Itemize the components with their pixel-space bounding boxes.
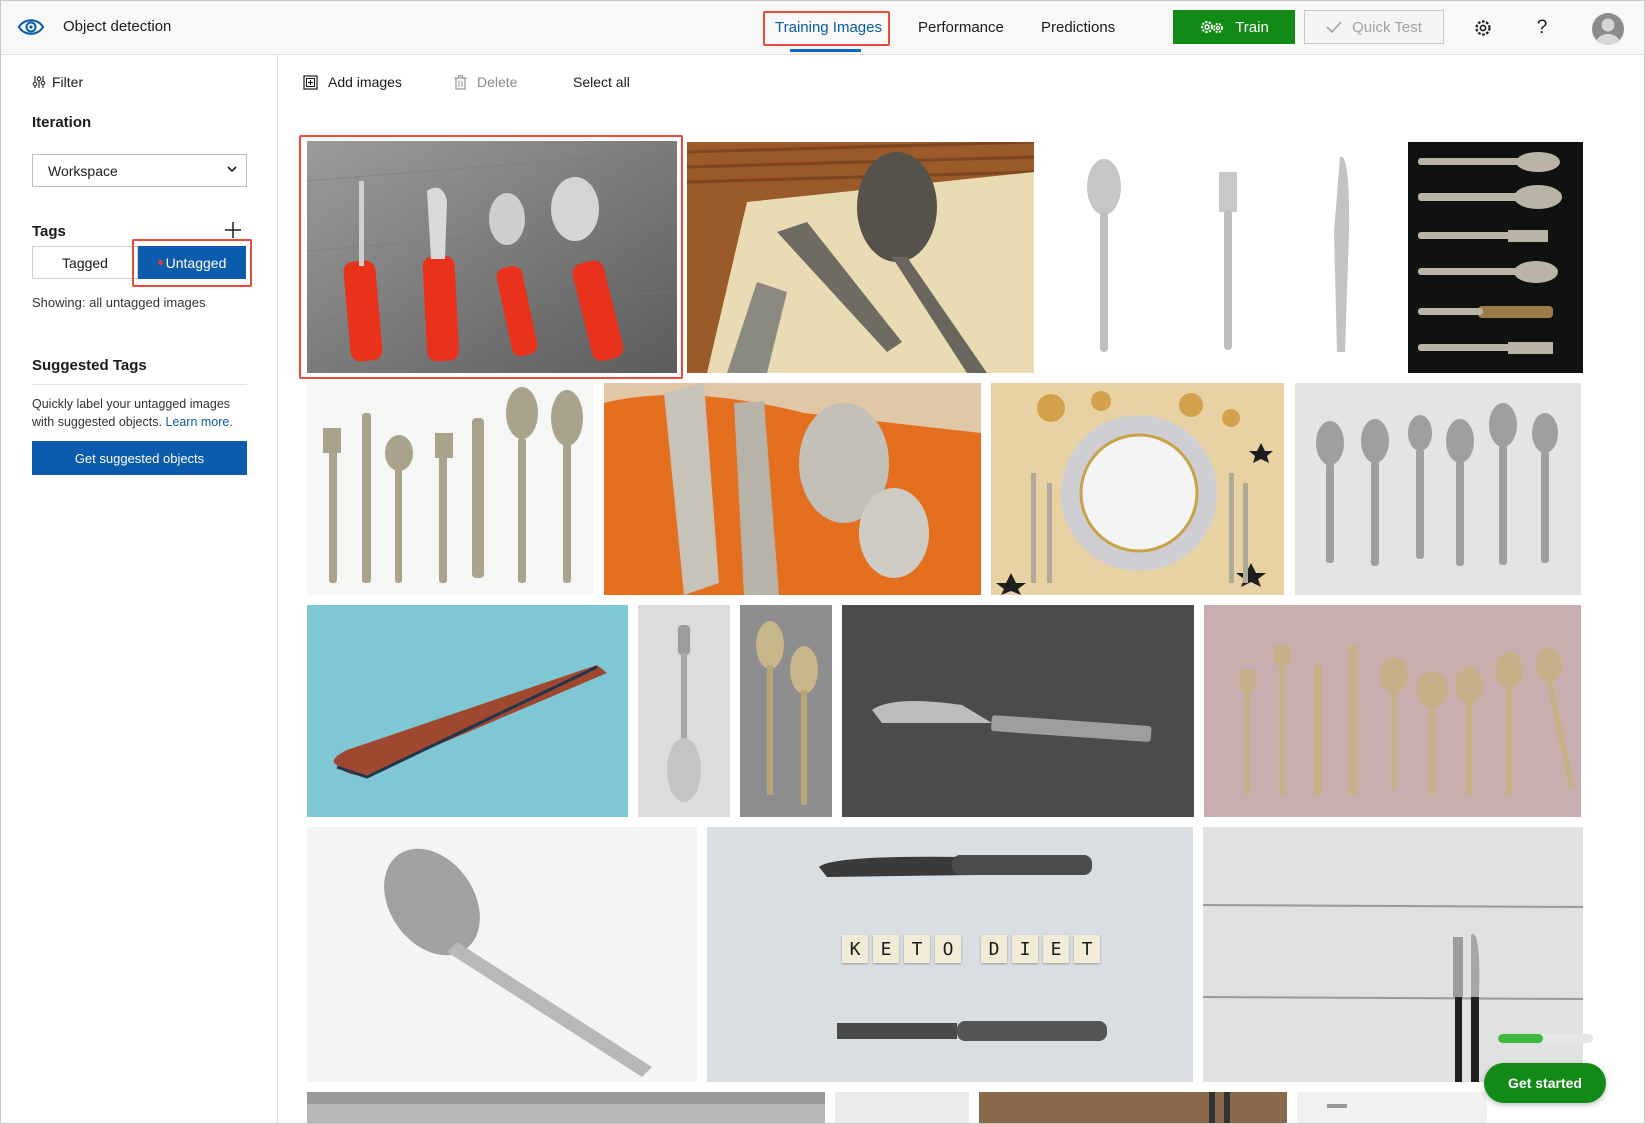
filter-label: Filter: [52, 74, 84, 90]
train-label: Train: [1235, 18, 1269, 36]
training-image-orange-napkin[interactable]: [604, 383, 981, 595]
training-image-knife-dark[interactable]: [842, 605, 1194, 817]
letter-tile: O: [935, 935, 961, 963]
letter-tile: E: [1043, 935, 1069, 963]
trash-icon: [454, 74, 467, 90]
training-image-silverware-set[interactable]: [307, 383, 593, 595]
keto-diet-letter-tiles: K E T O D I E T: [842, 935, 1100, 963]
training-image-white-silverware[interactable]: [1044, 142, 1406, 373]
onboarding-progress-bar: [1498, 1034, 1593, 1043]
settings-gear-icon[interactable]: [1471, 16, 1495, 40]
iteration-select[interactable]: Workspace: [32, 154, 247, 187]
training-image-partial-1[interactable]: [307, 1092, 825, 1123]
chevron-down-icon: [227, 166, 237, 173]
training-image-white-spoon[interactable]: [307, 827, 697, 1082]
progress-fill: [1498, 1034, 1543, 1043]
suggested-description: Quickly label your untagged images with …: [32, 395, 252, 431]
active-tab-indicator: [790, 49, 861, 52]
tab-predictions[interactable]: Predictions: [1041, 19, 1115, 36]
training-image-gold-spoons[interactable]: [740, 605, 832, 817]
training-image-pink-silverware[interactable]: [1204, 605, 1581, 817]
letter-tile: T: [1074, 935, 1100, 963]
app-window: Object detection Training Images Perform…: [0, 0, 1645, 1124]
get-suggested-objects-button[interactable]: Get suggested objects: [32, 441, 247, 475]
delete-button[interactable]: Delete: [454, 74, 517, 90]
letter-tile: I: [1012, 935, 1038, 963]
training-image-keto-diet[interactable]: K E T O D I E T: [707, 827, 1193, 1082]
help-icon[interactable]: ?: [1530, 16, 1554, 40]
letter-tile: E: [873, 935, 899, 963]
training-image-ornate-spoon[interactable]: [638, 605, 730, 817]
quick-test-label: Quick Test: [1352, 18, 1422, 36]
add-tag-plus-icon[interactable]: [224, 221, 242, 239]
tagged-toggle[interactable]: Tagged: [32, 246, 138, 279]
letter-tile: D: [981, 935, 1007, 963]
delete-label: Delete: [477, 74, 518, 90]
training-image-partial-4[interactable]: [1297, 1092, 1487, 1123]
selected-image-highlight: [299, 135, 683, 379]
iteration-value: Workspace: [48, 162, 118, 179]
learn-more-link[interactable]: Learn more.: [165, 415, 232, 429]
untagged-highlight: [132, 239, 252, 287]
training-image-ornate-spoons-black[interactable]: [1408, 142, 1583, 373]
gears-icon: [1201, 21, 1224, 33]
filter-button[interactable]: Filter: [32, 74, 83, 90]
tab-performance[interactable]: Performance: [918, 19, 1004, 36]
train-button[interactable]: Train: [1173, 10, 1295, 44]
training-image-partial-2[interactable]: [835, 1092, 969, 1123]
training-image-fork-knife-spoon-napkin[interactable]: [687, 142, 1034, 373]
filter-sliders-icon: [32, 76, 46, 88]
training-image-bronze-knife[interactable]: [307, 605, 628, 817]
select-all-button[interactable]: Select all: [573, 74, 630, 90]
eye-logo-icon: [17, 19, 45, 35]
checkmark-icon: [1326, 21, 1342, 34]
showing-text: Showing: all untagged images: [32, 295, 206, 310]
sidebar: Filter Iteration Workspace Tags Tagged U…: [1, 55, 278, 1123]
app-title: Object detection: [63, 18, 172, 35]
quick-test-button[interactable]: Quick Test: [1304, 10, 1444, 44]
top-bar: Object detection Training Images Perform…: [1, 1, 1644, 55]
training-image-festive-plate[interactable]: [991, 383, 1284, 595]
training-images-highlight: [763, 11, 890, 46]
training-image-spoons-gray[interactable]: [1295, 383, 1581, 595]
training-image-partial-3[interactable]: [979, 1092, 1287, 1123]
tile-spacer: [966, 935, 976, 963]
add-image-icon: [303, 74, 318, 90]
get-started-button[interactable]: Get started: [1484, 1063, 1606, 1103]
add-images-label: Add images: [328, 74, 402, 90]
suggested-tags-heading: Suggested Tags: [32, 357, 247, 385]
tags-heading: Tags: [32, 223, 66, 240]
iteration-heading: Iteration: [32, 114, 92, 131]
letter-tile: T: [904, 935, 930, 963]
training-image-wood-table[interactable]: [1203, 827, 1583, 1082]
add-images-button[interactable]: Add images: [303, 74, 402, 90]
user-avatar[interactable]: [1592, 13, 1624, 45]
letter-tile: K: [842, 935, 868, 963]
